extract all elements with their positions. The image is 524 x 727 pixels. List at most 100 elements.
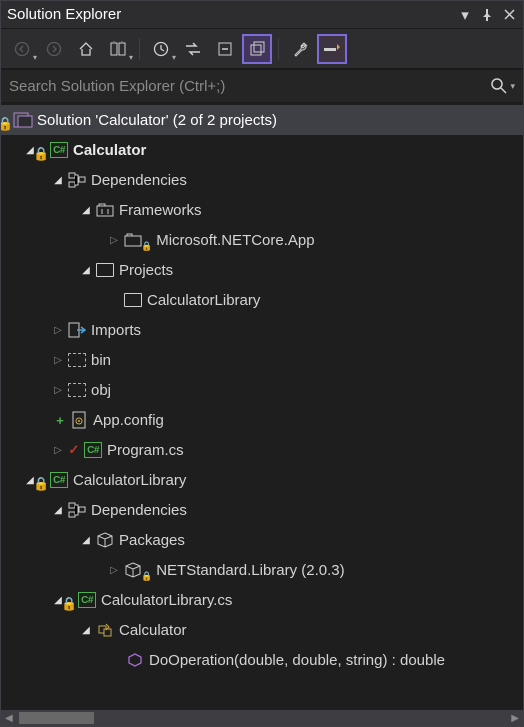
- project-ref-node[interactable]: CalculatorLibrary: [1, 285, 523, 315]
- project-ref-icon: [123, 291, 143, 309]
- projects-icon: [95, 261, 115, 279]
- lock-icon: 🔒: [61, 596, 75, 615]
- expander-icon[interactable]: [77, 625, 95, 636]
- method-node[interactable]: DoOperation(double, double, string) : do…: [1, 645, 523, 675]
- package-ref-node[interactable]: 🔒 NETStandard.Library (2.0.3): [1, 555, 523, 585]
- switch-dropdown-icon[interactable]: ▾: [129, 53, 133, 68]
- appconfig-file-node[interactable]: + App.config: [1, 405, 523, 435]
- frameworks-node[interactable]: Frameworks: [1, 195, 523, 225]
- expander-icon[interactable]: [49, 445, 67, 456]
- node-label: bin: [91, 352, 111, 369]
- expander-icon[interactable]: [77, 205, 95, 216]
- dependencies-node[interactable]: Dependencies: [1, 495, 523, 525]
- search-icon[interactable]: ▾: [490, 77, 515, 95]
- lock-icon: 🔒: [33, 476, 47, 495]
- program-file-node[interactable]: ✓ C# Program.cs: [1, 435, 523, 465]
- node-label: Microsoft.NETCore.App: [156, 232, 314, 249]
- framework-icon: [123, 231, 143, 249]
- node-label: NETStandard.Library (2.0.3): [156, 562, 344, 579]
- panel-title: Solution Explorer: [7, 6, 451, 23]
- node-label: Solution 'Calculator' (2 of 2 projects): [37, 112, 277, 129]
- method-icon: [125, 651, 145, 669]
- node-label: Frameworks: [119, 202, 202, 219]
- node-label: CalculatorLibrary: [147, 292, 260, 309]
- toolbar-separator: [278, 38, 279, 60]
- hidden-folder-icon: [67, 351, 87, 369]
- properties-button[interactable]: [285, 34, 315, 64]
- obj-folder-node[interactable]: obj: [1, 375, 523, 405]
- class-icon: [95, 621, 115, 639]
- scroll-left-icon[interactable]: ◀: [1, 713, 17, 724]
- imports-node[interactable]: Imports: [1, 315, 523, 345]
- expander-icon[interactable]: [105, 565, 123, 576]
- pin-icon[interactable]: [479, 7, 495, 23]
- expander-icon[interactable]: [105, 235, 123, 246]
- expander-icon[interactable]: [49, 325, 67, 336]
- lock-icon: 🔒: [1, 116, 11, 135]
- dropdown-icon[interactable]: ▾: [457, 7, 473, 23]
- dependencies-icon: [67, 501, 87, 519]
- forward-button[interactable]: [39, 34, 69, 64]
- frameworks-icon: [95, 201, 115, 219]
- horizontal-scrollbar[interactable]: ◀ ▶: [1, 710, 523, 726]
- lock-overlay-icon: 🔒: [141, 571, 152, 585]
- expander-icon[interactable]: [49, 175, 67, 186]
- search-input[interactable]: [9, 78, 484, 95]
- packages-icon: [95, 531, 115, 549]
- projects-node[interactable]: Projects: [1, 255, 523, 285]
- collapse-all-button[interactable]: [210, 34, 240, 64]
- home-button[interactable]: [71, 34, 101, 64]
- toolbar: ▾ ▾ ▾: [1, 29, 523, 69]
- node-label: Imports: [91, 322, 141, 339]
- back-dropdown-icon[interactable]: ▾: [33, 53, 37, 68]
- project-node[interactable]: 🔒 C# Calculator: [1, 135, 523, 165]
- csharp-project-icon: C#: [49, 471, 69, 489]
- search-bar: ▾: [1, 69, 523, 103]
- config-file-icon: [69, 411, 89, 429]
- node-label: Projects: [119, 262, 173, 279]
- tree-view[interactable]: 🔒 Solution 'Calculator' (2 of 2 projects…: [1, 103, 523, 710]
- expander-icon[interactable]: [49, 505, 67, 516]
- close-icon[interactable]: [501, 7, 517, 23]
- pending-dropdown-icon[interactable]: ▾: [172, 53, 176, 68]
- framework-ref-node[interactable]: 🔒 Microsoft.NETCore.App: [1, 225, 523, 255]
- class-node[interactable]: Calculator: [1, 615, 523, 645]
- project-node[interactable]: 🔒 C# CalculatorLibrary: [1, 465, 523, 495]
- node-label: obj: [91, 382, 111, 399]
- solution-icon: [13, 111, 33, 129]
- lock-overlay-icon: 🔒: [141, 241, 152, 255]
- lock-icon: 🔒: [33, 146, 47, 165]
- packages-node[interactable]: Packages: [1, 525, 523, 555]
- csharp-file-icon: C#: [77, 591, 97, 609]
- dependencies-node[interactable]: Dependencies: [1, 165, 523, 195]
- title-bar: Solution Explorer ▾: [1, 1, 523, 29]
- toolbar-separator: [139, 38, 140, 60]
- preview-button[interactable]: [317, 34, 347, 64]
- sync-button[interactable]: [178, 34, 208, 64]
- solution-node[interactable]: 🔒 Solution 'Calculator' (2 of 2 projects…: [1, 105, 523, 135]
- bin-folder-node[interactable]: bin: [1, 345, 523, 375]
- node-label: Packages: [119, 532, 185, 549]
- expander-icon[interactable]: [77, 265, 95, 276]
- package-icon: [123, 561, 143, 579]
- expander-icon[interactable]: [49, 385, 67, 396]
- hidden-folder-icon: [67, 381, 87, 399]
- node-label: Dependencies: [91, 502, 187, 519]
- expander-icon[interactable]: [49, 355, 67, 366]
- node-label: Program.cs: [107, 442, 184, 459]
- node-label: Dependencies: [91, 172, 187, 189]
- show-all-files-button[interactable]: [242, 34, 272, 64]
- csharp-file-icon: C#: [83, 441, 103, 459]
- node-label: Calculator: [73, 142, 146, 159]
- scroll-right-icon[interactable]: ▶: [507, 713, 523, 724]
- cs-file-node[interactable]: 🔒 C# CalculatorLibrary.cs: [1, 585, 523, 615]
- node-label: App.config: [93, 412, 164, 429]
- expander-icon[interactable]: [77, 535, 95, 546]
- scroll-thumb[interactable]: [19, 712, 94, 724]
- node-label: DoOperation(double, double, string) : do…: [149, 652, 445, 669]
- node-label: Calculator: [119, 622, 187, 639]
- imports-icon: [67, 321, 87, 339]
- dependencies-icon: [67, 171, 87, 189]
- node-label: CalculatorLibrary: [73, 472, 186, 489]
- git-mod-icon: ✓: [67, 442, 81, 458]
